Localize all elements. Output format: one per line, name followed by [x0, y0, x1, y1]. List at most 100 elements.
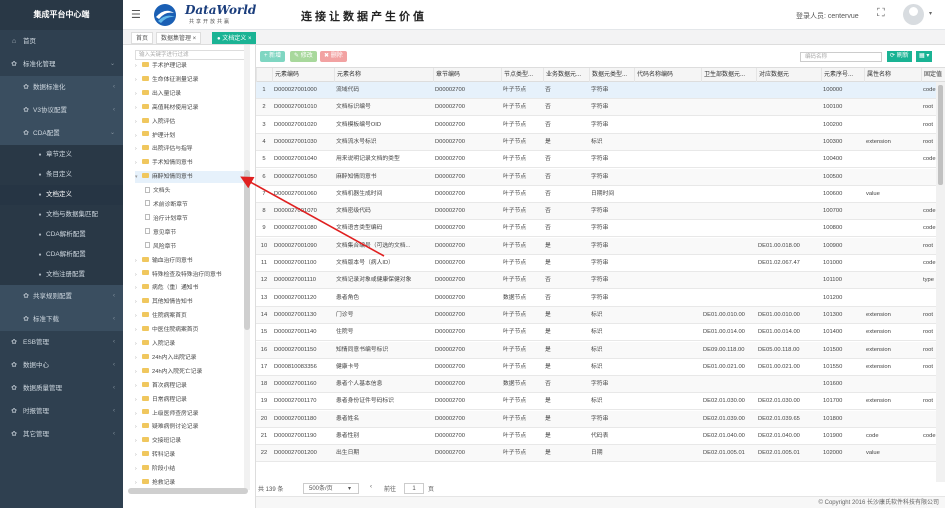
- table-row[interactable]: 20 D000027001180 患者姓名 D00002700 叶子节点 是 字符串 DE02…: [256, 410, 936, 428]
- table-row[interactable]: 19 D000027001170 患者身份证件号码标识 D00002700 叶子节点 是 标…: [256, 393, 936, 411]
- collapse-arrow-icon[interactable]: ›: [135, 380, 142, 392]
- sidebar-item[interactable]: ✿ 数据标准化 ‹: [0, 76, 123, 99]
- sidebar-item[interactable]: ✿ 其它管理 ‹: [0, 423, 123, 446]
- column-header[interactable]: 节点类型...: [501, 68, 543, 82]
- column-header[interactable]: 业务数据元...: [543, 68, 589, 82]
- user-avatar[interactable]: [903, 4, 924, 25]
- table-row[interactable]: 2 D000027001010 文档标识编号 D00002700 叶子节点 否 字符串 100…: [256, 99, 936, 117]
- tree-folder-node[interactable]: › 中医住院病案首页: [135, 324, 244, 336]
- tree-folder-node[interactable]: › 首次病程记录: [135, 380, 244, 392]
- collapse-arrow-icon[interactable]: ›: [135, 255, 142, 267]
- column-header[interactable]: 代码名称编码: [634, 68, 701, 82]
- collapse-arrow-icon[interactable]: ›: [135, 310, 142, 322]
- table-row[interactable]: 18 D000027001160 患者个人基本信息 D00002700 数据节点 否 字符串…: [256, 376, 936, 394]
- tree-leaf-node[interactable]: 文档头: [145, 185, 244, 197]
- tree-folder-node[interactable]: › 日常病程记录: [135, 394, 244, 406]
- edit-button[interactable]: ✎ 修改: [290, 51, 317, 62]
- collapse-arrow-icon[interactable]: ›: [135, 102, 142, 114]
- collapse-arrow-icon[interactable]: ›: [135, 88, 142, 100]
- prev-page-button[interactable]: ‹: [370, 484, 372, 490]
- table-row[interactable]: 13 D000027001120 患者角色 D00002700 数据节点 否 字符串 1012…: [256, 290, 936, 307]
- sidebar-item[interactable]: ✿ 共享规则配置 ‹: [0, 285, 123, 308]
- sidebar-item[interactable]: ✿ ESB管理 ‹: [0, 331, 123, 354]
- refresh-button[interactable]: ⟳ 刷新: [887, 51, 912, 62]
- tree-folder-node[interactable]: › 出入量记录: [135, 88, 244, 100]
- tree-leaf-node[interactable]: 术前诊断章节: [145, 199, 244, 211]
- collapse-arrow-icon[interactable]: ›: [135, 324, 142, 336]
- tree-folder-node[interactable]: › 转科记录: [135, 449, 244, 461]
- collapse-arrow-icon[interactable]: ›: [135, 143, 142, 155]
- tree-horizontal-scrollbar[interactable]: [128, 488, 248, 494]
- table-row[interactable]: 14 D000027001130 门诊号 D00002700 叶子节点 是 标识 DE01.0…: [256, 306, 936, 324]
- tree-leaf-node[interactable]: 意见章节: [145, 227, 244, 239]
- tree-folder-node[interactable]: › 入院评估: [135, 116, 244, 128]
- user-menu-caret-icon[interactable]: ▾: [929, 10, 932, 17]
- expand-arrow-icon[interactable]: ▾: [135, 171, 142, 183]
- tree-folder-node[interactable]: › 住院病案首页: [135, 310, 244, 322]
- collapse-arrow-icon[interactable]: ›: [135, 282, 142, 294]
- column-header[interactable]: 元素名称: [334, 68, 433, 82]
- tree-folder-node[interactable]: › 交接班记录: [135, 435, 244, 447]
- column-header[interactable]: 对应数据元: [756, 68, 821, 82]
- sidebar-item[interactable]: ✿ 数据质量管理 ‹: [0, 377, 123, 400]
- tree-folder-node[interactable]: › 上级医师查房记录: [135, 408, 244, 420]
- collapse-arrow-icon[interactable]: ›: [135, 74, 142, 86]
- sidebar-item[interactable]: ● 条目定义: [0, 165, 123, 185]
- tree-folder-node[interactable]: › 阶段小结: [135, 463, 244, 475]
- collapse-arrow-icon[interactable]: ›: [135, 435, 142, 447]
- tree-leaf-node[interactable]: 风险章节: [145, 241, 244, 253]
- sidebar-item[interactable]: ✿ CDA配置 ⌄: [0, 122, 123, 145]
- table-row[interactable]: 17 D000810083356 健康卡号 D00002700 叶子节点 是 标识 DE01.…: [256, 359, 936, 376]
- tree-folder-node[interactable]: › 出院评估与指导: [135, 143, 244, 155]
- column-header[interactable]: 卫生部数据元...: [701, 68, 756, 82]
- table-row[interactable]: 6 D000027001050 麻醉知情同意书 D00002700 叶子节点 否 字符串 10…: [256, 168, 936, 186]
- collapse-arrow-icon[interactable]: ›: [135, 157, 142, 169]
- table-row[interactable]: 7 D000027001060 文档机器生成时间 D00002700 叶子节点 否 日期时间…: [256, 186, 936, 203]
- collapse-arrow-icon[interactable]: ›: [135, 408, 142, 420]
- sidebar-item[interactable]: ● 章节定义: [0, 145, 123, 165]
- tree-folder-node[interactable]: › 高值耗材使用记录: [135, 102, 244, 114]
- collapse-arrow-icon[interactable]: ›: [135, 421, 142, 433]
- table-row[interactable]: 3 D000027001020 文档模板编号OID D00002700 叶子节点 否 字符串…: [256, 117, 936, 134]
- sidebar-item[interactable]: ✿ 时报管理 ‹: [0, 400, 123, 423]
- collapse-arrow-icon[interactable]: ›: [135, 463, 142, 475]
- table-row[interactable]: 11 D000027001100 文档版本号（病人ID） D00002700 叶子节点 是…: [256, 255, 936, 272]
- tab-home[interactable]: 首页: [131, 32, 154, 44]
- collapse-arrow-icon[interactable]: ›: [135, 269, 142, 281]
- tree-filter-input[interactable]: 输入关键字进行过滤: [135, 50, 247, 60]
- tree-folder-node[interactable]: › 24h内入出院记录: [135, 352, 244, 364]
- page-size-select[interactable]: 500条/页 ▾: [303, 483, 359, 494]
- collapse-arrow-icon[interactable]: ›: [135, 116, 142, 128]
- table-row[interactable]: 16 D000027001150 知情同意书编号标识 D00002700 叶子节点 是 标识…: [256, 341, 936, 359]
- column-header[interactable]: 元素序号...: [821, 68, 864, 82]
- collapse-arrow-icon[interactable]: ›: [135, 60, 142, 72]
- tree-vertical-scrollbar[interactable]: [244, 170, 250, 330]
- sidebar-item[interactable]: ● CDA解析配置: [0, 225, 123, 245]
- tree-folder-node[interactable]: › 24h内入院死亡记录: [135, 366, 244, 378]
- menu-toggle-icon[interactable]: ☰: [131, 8, 141, 21]
- sidebar-item[interactable]: ● 文档注册配置: [0, 265, 123, 285]
- tree-folder-node[interactable]: › 病危（重）通知书: [135, 282, 244, 294]
- collapse-arrow-icon[interactable]: ›: [135, 366, 142, 378]
- tree-folder-node[interactable]: › 护理计划: [135, 130, 244, 142]
- column-header[interactable]: [256, 68, 272, 82]
- collapse-arrow-icon[interactable]: ›: [135, 130, 142, 142]
- tab-dataset-management[interactable]: 数据集管理 ×: [156, 32, 202, 44]
- tree-folder-node[interactable]: › 输血治疗同意书: [135, 255, 244, 267]
- collapse-arrow-icon[interactable]: ›: [135, 338, 142, 350]
- tree-folder-node[interactable]: › 手术护理记录: [135, 60, 244, 72]
- column-header[interactable]: 章节编码: [433, 68, 501, 82]
- tree-folder-node[interactable]: ▾ 麻醉知情同意书: [135, 171, 244, 184]
- sidebar-item[interactable]: ● 文档定义: [0, 185, 123, 205]
- tree-leaf-node[interactable]: 治疗计划章节: [145, 213, 244, 225]
- collapse-arrow-icon[interactable]: ›: [135, 352, 142, 364]
- add-button[interactable]: + 新增: [260, 51, 286, 62]
- collapse-arrow-icon[interactable]: ›: [135, 394, 142, 406]
- tree-folder-node[interactable]: › 手术知情同意书: [135, 157, 244, 169]
- tree-folder-node[interactable]: › 其他知情告知书: [135, 296, 244, 308]
- column-toggle-button[interactable]: ▦ ▾: [916, 51, 933, 62]
- table-row[interactable]: 15 D000027001140 住院号 D00002700 叶子节点 是 标识 DE01.0…: [256, 324, 936, 342]
- table-row[interactable]: 8 D000027001070 文档密级代码 D00002700 叶子节点 否 字符串 100…: [256, 203, 936, 221]
- sidebar-item[interactable]: ● CDA解析配置: [0, 245, 123, 265]
- tree-folder-node[interactable]: › 特殊检查及特殊治疗同意书: [135, 269, 244, 281]
